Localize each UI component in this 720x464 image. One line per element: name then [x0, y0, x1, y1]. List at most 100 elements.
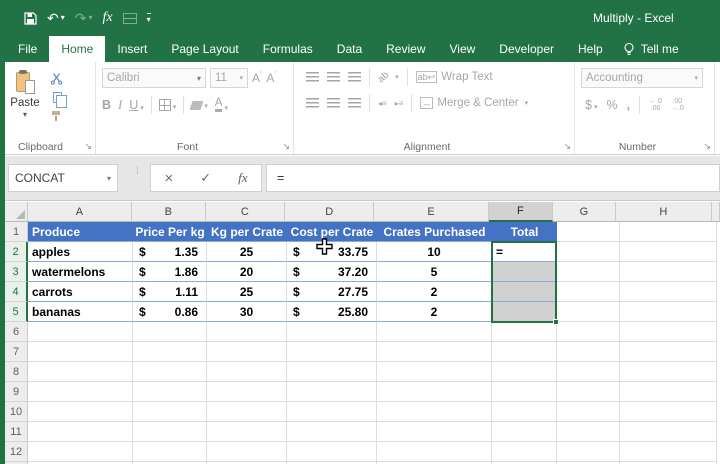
cell-D10[interactable] — [287, 402, 377, 422]
row-header-2[interactable]: 2 — [5, 242, 28, 262]
cell-C8[interactable] — [207, 362, 287, 382]
cell-A7[interactable] — [28, 342, 133, 362]
cell-D8[interactable] — [287, 362, 377, 382]
cell-H10[interactable] — [620, 402, 717, 422]
cell-G9[interactable] — [557, 382, 620, 402]
undo-button[interactable]: ↶ ▾ — [47, 11, 65, 25]
cell-H6[interactable] — [620, 322, 717, 342]
cell-G3[interactable] — [557, 262, 620, 282]
enter-entry-icon[interactable]: ✓ — [200, 170, 211, 186]
column-header-F[interactable]: F — [488, 202, 554, 222]
column-header-E[interactable]: E — [374, 202, 489, 222]
cell-D9[interactable] — [287, 382, 377, 402]
cell-B2[interactable]: $1.35 — [133, 242, 207, 262]
cell-E11[interactable] — [377, 422, 492, 442]
undo-dropdown-icon[interactable]: ▾ — [61, 14, 65, 22]
cell-G6[interactable] — [557, 322, 620, 342]
cell-G1[interactable] — [557, 222, 620, 242]
cell-F11[interactable] — [492, 422, 557, 442]
tab-insert[interactable]: Insert — [105, 36, 159, 62]
column-header-G[interactable]: G — [553, 202, 616, 222]
cell-C4[interactable]: 25 — [207, 282, 287, 302]
cell-B1[interactable]: Price Per kg — [133, 222, 207, 242]
number-dialog-launcher-icon[interactable]: ↘ — [703, 141, 711, 152]
cell-B10[interactable] — [133, 402, 207, 422]
row-header-7[interactable]: 7 — [5, 342, 28, 362]
tell-me-box[interactable]: Tell me — [615, 36, 679, 62]
cell-B4[interactable]: $1.11 — [133, 282, 207, 302]
fill-handle[interactable] — [553, 319, 559, 325]
customize-qat-icon[interactable]: ▾ — [146, 12, 151, 24]
cell-E2[interactable]: 10 — [377, 242, 492, 262]
cell-H7[interactable] — [620, 342, 717, 362]
cell-H1[interactable] — [620, 222, 717, 242]
cell-E4[interactable]: 2 — [377, 282, 492, 302]
cell-G2[interactable] — [557, 242, 620, 262]
cell-A1[interactable]: Produce — [28, 222, 133, 242]
cell-H11[interactable] — [620, 422, 717, 442]
cell-B11[interactable] — [133, 422, 207, 442]
insert-function-icon[interactable]: fx — [238, 170, 247, 186]
row-header-5[interactable]: 5 — [5, 302, 28, 322]
font-dialog-launcher-icon[interactable]: ↘ — [282, 141, 290, 152]
cell-H8[interactable] — [620, 362, 717, 382]
cell-D12[interactable] — [287, 442, 377, 462]
cell-D4[interactable]: $27.75 — [287, 282, 377, 302]
tab-developer[interactable]: Developer — [487, 36, 566, 62]
column-header-D[interactable]: D — [285, 202, 375, 222]
cell-C1[interactable]: Kg per Crate — [207, 222, 287, 242]
cell-D5[interactable]: $25.80 — [287, 302, 377, 322]
cell-F6[interactable] — [492, 322, 557, 342]
cell-D7[interactable] — [287, 342, 377, 362]
cell-C12[interactable] — [207, 442, 287, 462]
cell-F3[interactable] — [492, 262, 557, 282]
tab-page-layout[interactable]: Page Layout — [159, 36, 250, 62]
cell-E1[interactable]: Crates Purchased — [377, 222, 492, 242]
tab-file[interactable]: File — [6, 36, 49, 62]
cell-C9[interactable] — [207, 382, 287, 402]
cell-B5[interactable]: $0.86 — [133, 302, 207, 322]
cancel-entry-icon[interactable]: × — [164, 170, 173, 187]
cell-A3[interactable]: watermelons — [28, 262, 133, 282]
cell-F2[interactable]: = — [492, 242, 557, 262]
cell-F8[interactable] — [492, 362, 557, 382]
cut-button[interactable] — [50, 71, 68, 85]
row-header-11[interactable]: 11 — [5, 422, 28, 442]
row-header-9[interactable]: 9 — [5, 382, 28, 402]
alignment-dialog-launcher-icon[interactable]: ↘ — [563, 141, 571, 152]
cell-C2[interactable]: 25 — [207, 242, 287, 262]
cell-B9[interactable] — [133, 382, 207, 402]
cell-E7[interactable] — [377, 342, 492, 362]
cell-H2[interactable] — [620, 242, 717, 262]
column-header-B[interactable]: B — [132, 202, 206, 222]
cell-E5[interactable]: 2 — [377, 302, 492, 322]
cell-G10[interactable] — [557, 402, 620, 422]
row-header-6[interactable]: 6 — [5, 322, 28, 342]
row-header-3[interactable]: 3 — [5, 262, 28, 282]
cell-C10[interactable] — [207, 402, 287, 422]
paste-button[interactable]: Paste ▾ — [6, 68, 44, 123]
cell-G11[interactable] — [557, 422, 620, 442]
select-all-button[interactable] — [5, 202, 28, 222]
column-header-C[interactable]: C — [205, 202, 286, 222]
formula-bar-splitter[interactable]: ⁞ — [136, 167, 139, 177]
cell-F5[interactable] — [492, 302, 557, 322]
cell-A10[interactable] — [28, 402, 133, 422]
cell-C6[interactable] — [207, 322, 287, 342]
cell-A4[interactable]: carrots — [28, 282, 133, 302]
cell-B6[interactable] — [133, 322, 207, 342]
column-header-H[interactable]: H — [615, 202, 713, 222]
clipboard-dialog-launcher-icon[interactable]: ↘ — [84, 141, 92, 152]
row-header-8[interactable]: 8 — [5, 362, 28, 382]
name-box[interactable]: CONCAT ▾ — [8, 164, 118, 192]
cell-H5[interactable] — [620, 302, 717, 322]
insert-function-qat-icon[interactable]: fx — [103, 11, 113, 25]
row-header-10[interactable]: 10 — [5, 402, 28, 422]
cell-G5[interactable] — [557, 302, 620, 322]
cell-E10[interactable] — [377, 402, 492, 422]
cell-G12[interactable] — [557, 442, 620, 462]
formula-input[interactable]: = — [266, 164, 720, 192]
cell-H9[interactable] — [620, 382, 717, 402]
cell-F10[interactable] — [492, 402, 557, 422]
row-header-12[interactable]: 12 — [5, 442, 28, 462]
